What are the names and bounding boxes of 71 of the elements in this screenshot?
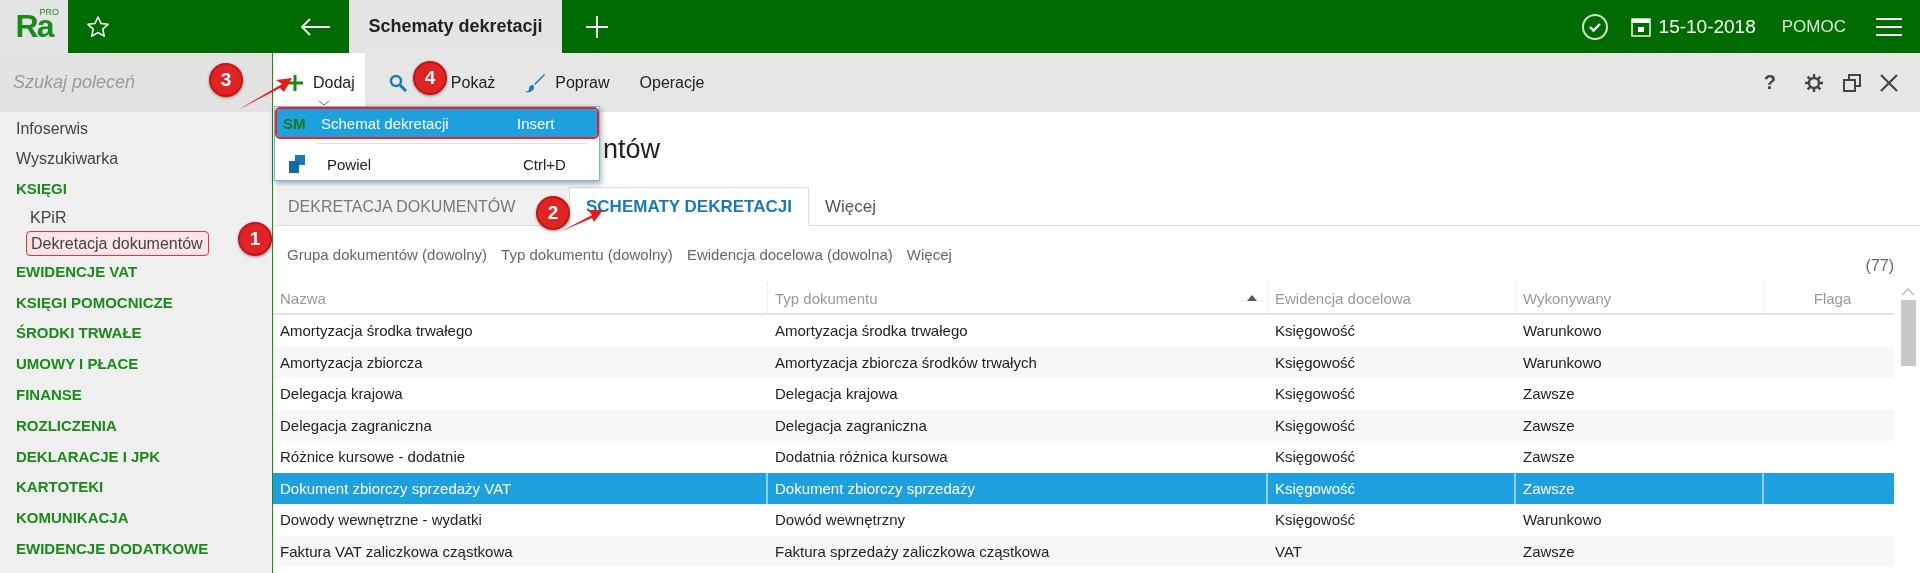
table-row[interactable]: Dowody wewnętrzne - wydatki Dowód wewnętrzny Księgowość Warunkowo (273, 504, 1894, 536)
sidebar-section[interactable]: KSIĘGI POMOCNICZE (0, 287, 272, 319)
table-cell: Dokument zbiorczy sprzedaży VAT (280, 479, 512, 497)
filter-link[interactable]: Grupa dokumentów (dowolny) (287, 246, 488, 263)
tab[interactable]: Więcej (808, 188, 892, 225)
table-cell: Delegacja zagraniczna (775, 416, 927, 434)
edit-button[interactable]: Popraw (519, 53, 616, 112)
sidebar-section[interactable]: FINANSE (0, 380, 272, 411)
table-cell: Księgowość (1275, 479, 1356, 497)
table-cell: Delegacja krajowa (775, 385, 898, 403)
table-cell: Delegacja zagraniczna (280, 416, 432, 434)
table-cell: Warunkowo (1523, 353, 1602, 371)
menu-item[interactable]: Powiel Ctrl+D (277, 150, 597, 178)
help-button[interactable]: ? (1763, 71, 1776, 94)
table-cell: Zawsze (1523, 448, 1575, 466)
table-cell: Różnice kursowe - dodatnie (280, 448, 466, 466)
table-cell: Dowód wewnętrzny (775, 511, 906, 529)
table-cell: Amortyzacja środka trwałego (775, 322, 968, 340)
filter-link[interactable]: Więcej (906, 246, 952, 263)
table-row[interactable]: Amortyzacja środka trwałego Amortyzacja środka trwałego Księgowość Warunkowo (273, 315, 1894, 347)
sidebar-section[interactable]: EWIDENCJE DODATKOWE (0, 533, 272, 565)
app-logo[interactable]: RaPRO (0, 0, 68, 53)
table-cell: Delegacja krajowa (280, 385, 403, 403)
tab[interactable]: SCHEMATY DEKRETACJI (569, 187, 809, 226)
filter-link[interactable]: Ewidencja docelowa (dowolna) (686, 246, 893, 263)
table-row[interactable]: Delegacja zagraniczna Delegacja zagraniczna Księgowość Zawsze (273, 409, 1894, 441)
sidebar-item[interactable]: Infoserwis (0, 114, 272, 144)
schema-icon: SM (283, 114, 321, 132)
document-tab[interactable]: Schematy dekretacji (349, 0, 562, 53)
table-row[interactable]: Delegacja krajowa Delegacja krajowa Księgowość Zawsze (273, 378, 1894, 410)
help-link[interactable]: POMOC (1781, 16, 1846, 37)
operations-button[interactable]: Operacje (633, 53, 711, 112)
table-cell: Amortyzacja zbiorcza (280, 353, 423, 371)
record-count: (77) (1865, 256, 1894, 275)
table-cell: VAT (1275, 542, 1302, 560)
sidebar-item[interactable]: Dekretacja dokumentów (26, 230, 209, 256)
table-cell: Zawsze (1523, 542, 1575, 560)
table-cell: Dokument zbiorczy sprzedaży (775, 479, 976, 497)
table-cell: Księgowość (1275, 322, 1356, 340)
table-cell: Księgowość (1275, 385, 1356, 403)
table-cell: Zawsze (1523, 479, 1575, 497)
sidebar-item[interactable]: Wyszukiwarka (0, 144, 272, 174)
table-cell: Dowody wewnętrzne - wydatki (280, 511, 482, 529)
sidebar-item[interactable]: KPiR (26, 204, 72, 231)
table-row[interactable]: Różnice kursowe - dodatnie Dodatnia różnica kursowa Księgowość Zawsze (273, 441, 1894, 473)
table-cell: Amortyzacja zbiorcza środków trwałych (775, 353, 1037, 371)
sidebar-section[interactable]: ROZLICZENIA (0, 410, 272, 442)
table-cell: Zawsze (1523, 385, 1575, 403)
table-cell: Warunkowo (1523, 511, 1602, 529)
sidebar-section[interactable]: KARTOTEKI (0, 472, 272, 504)
sidebar-section[interactable]: DEKLARACJE I JPK (0, 441, 272, 473)
page-title: ntów (603, 133, 661, 165)
table-row[interactable]: Amortyzacja zbiorcza Amortyzacja zbiorcza środków trwałych Księgowość Warunkowo (273, 346, 1894, 378)
table-cell: Faktura sprzedaży zaliczkowa cząstkowa (775, 542, 1050, 560)
date-label[interactable]: 15-10-2018 (1658, 15, 1756, 38)
table-cell: Księgowość (1275, 448, 1356, 466)
table-cell: Faktura VAT zaliczkowa cząstkowa (280, 542, 513, 560)
sidebar-section[interactable]: UMOWY I PŁACE (0, 349, 272, 380)
table-cell: Księgowość (1275, 353, 1356, 371)
table-cell: Warunkowo (1523, 322, 1602, 340)
sidebar-section[interactable]: KOMUNIKACJA (0, 503, 272, 534)
table-row[interactable]: Faktura VAT zaliczkowa cząstkowa Faktura sprzedaży zaliczkowa cząstkowa VAT Zawsze (273, 535, 1894, 567)
table-cell: Księgowość (1275, 511, 1356, 529)
sidebar-section[interactable]: ŚRODKI TRWAŁE (0, 318, 272, 350)
table-cell: Zawsze (1523, 416, 1575, 434)
filter-link[interactable]: Typ dokumentu (dowolny) (501, 246, 673, 263)
table-cell: Dodatnia różnica kursowa (775, 448, 948, 466)
table-cell: Amortyzacja środka trwałego (280, 322, 473, 340)
table-cell: Księgowość (1275, 416, 1356, 434)
sidebar-section[interactable]: EWIDENCJE VAT (0, 256, 272, 288)
sidebar-section[interactable]: KSIĘGI (0, 174, 272, 205)
